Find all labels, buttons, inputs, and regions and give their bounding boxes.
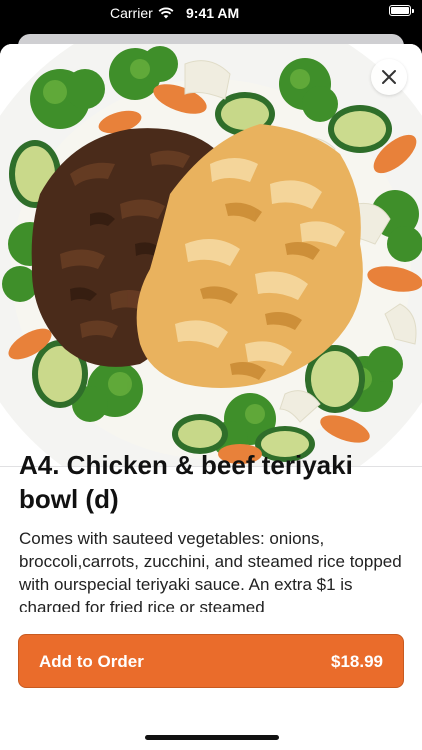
wifi-icon <box>158 6 174 19</box>
carrier-label: Carrier <box>110 5 153 21</box>
add-to-order-button[interactable]: Add to Order $18.99 <box>18 634 404 688</box>
item-description: Comes with sauteed vegetables: onions, b… <box>19 529 402 612</box>
close-button[interactable] <box>371 59 407 95</box>
add-to-order-label: Add to Order <box>39 652 144 671</box>
status-bar: Carrier 9:41 AM <box>0 0 422 26</box>
battery-icon <box>389 5 414 16</box>
clock: 9:41 AM <box>186 5 240 21</box>
home-indicator <box>145 735 279 740</box>
item-title: A4. Chicken & beef teriyaki bowl (d) <box>19 450 353 514</box>
food-photo <box>0 44 422 466</box>
item-price: $18.99 <box>331 652 383 671</box>
close-icon <box>382 70 396 84</box>
